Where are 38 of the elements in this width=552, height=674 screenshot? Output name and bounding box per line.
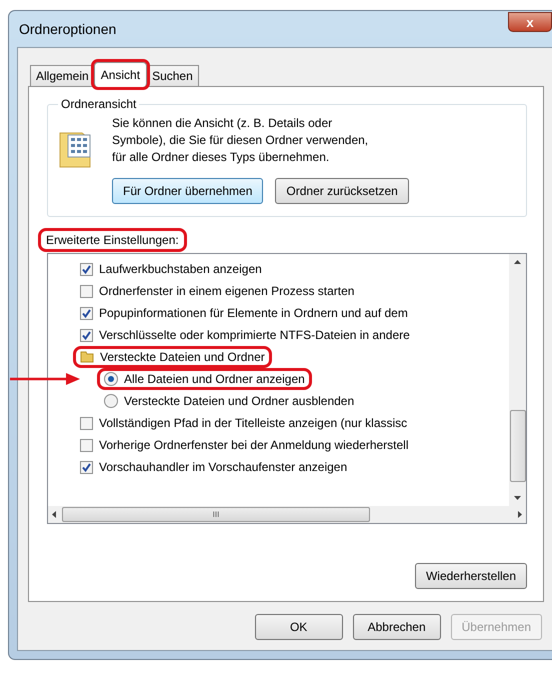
tree-item[interactable]: Versteckte Dateien und Ordner (76, 349, 269, 365)
window-title: Ordneroptionen (19, 21, 116, 37)
scroll-grip: III (212, 510, 220, 519)
scroll-right-icon[interactable] (518, 511, 522, 518)
description-text: Sie können die Ansicht (z. B. Details oder Symbole), die Sie für diesen Ordner verwenden, für alle Ordner dieses Typs übernehmen. (112, 115, 370, 166)
dialog-button[interactable]: Für Ordner übernehmen (112, 178, 264, 204)
restore-button[interactable]: Wiederherstellen (414, 563, 527, 589)
checkbox[interactable] (80, 328, 93, 342)
close-button[interactable]: x (508, 12, 552, 32)
dialog-button[interactable]: OK (254, 614, 343, 640)
scroll-down-icon[interactable] (514, 496, 521, 500)
checkbox[interactable] (80, 284, 93, 298)
scroll-left-icon[interactable] (52, 511, 56, 518)
tree-item[interactable]: Vorherige Ordnerfenster bei der Anmeldung wiederherstell (76, 437, 413, 453)
checkbox[interactable] (80, 306, 93, 320)
dialog-button[interactable]: Ordner zurücksetzen (275, 178, 409, 204)
horizontal-scrollbar[interactable]: III (48, 506, 526, 523)
tab[interactable]: Ansicht (94, 62, 148, 87)
radio-button[interactable] (104, 394, 118, 408)
vertical-scrollbar[interactable] (509, 254, 526, 506)
checkbox[interactable] (80, 416, 93, 430)
dialog-button[interactable]: Abbrechen (352, 614, 441, 640)
checkbox[interactable] (80, 460, 93, 474)
checkbox[interactable] (80, 438, 93, 452)
tree-item[interactable]: Versteckte Dateien und Ordner ausblenden (100, 393, 358, 409)
tree-item[interactable]: Vollständigen Pfad in der Titelleiste anzeigen (nur klassisc (76, 415, 412, 431)
tree-item[interactable]: Verschlüsselte oder komprimierte NTFS-Dateien in andere (76, 327, 414, 343)
checkbox[interactable] (80, 262, 93, 276)
tree-item[interactable]: Ordnerfenster in einem eigenen Prozess starten (76, 283, 358, 299)
tree-item[interactable]: Laufwerkbuchstaben anzeigen (76, 261, 266, 277)
tree-item[interactable]: Popupinformationen für Elemente in Ordnern und auf dem (76, 305, 412, 321)
radio-button[interactable] (104, 372, 118, 386)
group-legend: Ordneransicht (58, 97, 140, 111)
tree-item[interactable]: Vorschauhandler im Vorschaufenster anzeigen (76, 459, 352, 475)
folder-icon (80, 351, 94, 363)
tree-item[interactable]: Alle Dateien und Ordner anzeigen (100, 371, 309, 387)
section-label: Erweiterte Einstellungen: (41, 231, 184, 249)
scroll-up-icon[interactable] (514, 260, 521, 264)
